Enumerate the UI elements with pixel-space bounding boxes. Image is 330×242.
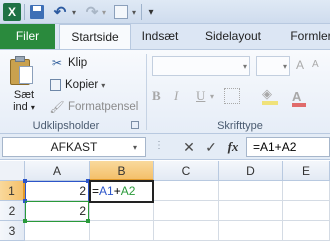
cancel-icon[interactable]: ✕ (181, 139, 197, 155)
font-color-button[interactable]: A (292, 85, 307, 107)
redo-icon[interactable]: ↷ (84, 3, 100, 21)
reference-handle[interactable] (23, 199, 27, 203)
column-header-e[interactable]: E (283, 161, 330, 181)
cell-e3[interactable] (283, 221, 330, 241)
cell-c1[interactable] (154, 181, 219, 201)
paste-dropdown-icon[interactable]: ▾ (31, 103, 35, 112)
tab-insert[interactable]: Indsæt (135, 24, 185, 49)
name-box[interactable]: AFKAST (2, 137, 146, 157)
clipboard-group-label: Udklipsholder (32, 120, 100, 132)
reference-handle[interactable] (23, 219, 27, 223)
toolbar-divider (24, 4, 25, 20)
format-painter-button[interactable]: 🖌 Formatpensel (49, 99, 139, 115)
group-divider (146, 54, 147, 130)
clipboard-sheet (19, 66, 33, 84)
redo-dropdown-icon[interactable]: ▾ (100, 3, 108, 21)
increase-font-icon[interactable]: A (296, 58, 304, 72)
reference-handle[interactable] (86, 219, 90, 223)
formula-bar-resize-icon[interactable]: ⋮ (154, 140, 164, 151)
underline-dropdown-icon[interactable]: ▾ (210, 85, 214, 107)
formula-ref-a2: A2 (120, 184, 136, 198)
font-group-label: Skrifttype (217, 120, 263, 132)
column-header-d[interactable]: D (219, 161, 283, 181)
font-name-dropdown[interactable]: ▾ (152, 56, 250, 76)
app-letter: X (7, 5, 16, 19)
clipboard-launcher-icon[interactable] (131, 121, 139, 129)
bold-button[interactable]: B (152, 85, 161, 107)
undo-dropdown-icon[interactable]: ▾ (70, 3, 78, 21)
tab-formulas[interactable]: Formler (281, 24, 330, 49)
cell-b2[interactable] (90, 201, 154, 221)
undo-icon[interactable]: ↶ (52, 3, 68, 21)
cell-d2[interactable] (219, 201, 283, 221)
cut-label: Klip (68, 57, 88, 69)
row-header-3[interactable]: 3 (0, 221, 25, 241)
chevron-down-icon: ▾ (282, 62, 287, 71)
ribbon-home: Sæt ind ▾ ✂ Klip Kopier ▾ 🖌 Formatpensel… (0, 49, 330, 134)
row-header-1[interactable]: 1 (0, 181, 25, 201)
cell-a3[interactable] (25, 221, 90, 241)
paste-button[interactable]: Sæt ind ▾ (8, 89, 40, 114)
formula-input[interactable]: =A1+A2 (246, 137, 330, 157)
save-icon[interactable] (30, 5, 44, 19)
name-box-dropdown-icon[interactable]: ▾ (133, 143, 137, 152)
chevron-down-icon: ▾ (242, 62, 247, 71)
tab-page-layout[interactable]: Sidelayout (193, 24, 273, 49)
select-all-corner[interactable] (0, 161, 25, 181)
cell-c2[interactable] (154, 201, 219, 221)
ribbon-tabs: Filer Startside Indsæt Sidelayout Formle… (0, 24, 330, 50)
scissors-icon: ✂ (51, 56, 63, 70)
row-header-2[interactable]: 2 (0, 201, 25, 221)
tab-home[interactable]: Startside (59, 24, 131, 50)
copy-button[interactable]: Kopier ▾ (50, 77, 105, 93)
column-header-c[interactable]: C (154, 161, 219, 181)
paintbrush-icon: 🖌 (49, 100, 65, 114)
cell-e2[interactable] (283, 201, 330, 221)
insert-function-icon[interactable]: fx (225, 139, 241, 155)
font-size-dropdown[interactable]: ▾ (256, 56, 290, 76)
copy-icon (50, 79, 61, 91)
cell-b1-editing[interactable]: =A1+A2 (89, 180, 154, 203)
customize-toolbar-icon[interactable]: ▾ (146, 3, 156, 21)
toolbar-divider (141, 4, 142, 20)
cell-d3[interactable] (219, 221, 283, 241)
clipboard-clip (15, 56, 25, 62)
cell-d1[interactable] (219, 181, 283, 201)
paste-label-text: ind (13, 101, 28, 113)
formula-operator: + (113, 184, 121, 198)
italic-button[interactable]: I (174, 85, 178, 107)
cell-e1[interactable] (283, 181, 330, 201)
cell-b3[interactable] (90, 221, 154, 241)
column-header-b[interactable]: B (90, 161, 154, 181)
tab-file[interactable]: Filer (0, 24, 55, 49)
reference-handle[interactable] (23, 179, 27, 183)
excel-app-icon[interactable]: X (3, 3, 21, 21)
formula-bar: AFKAST ▾ ⋮ ✕ ✓ fx =A1+A2 (0, 134, 330, 160)
print-dropdown-icon[interactable]: ▾ (130, 3, 138, 21)
formula-equals: = (92, 184, 100, 198)
cell-c3[interactable] (154, 221, 219, 241)
paste-label-line2: ind ▾ (8, 101, 40, 114)
cut-button[interactable]: ✂ Klip (50, 55, 87, 71)
borders-icon[interactable] (224, 88, 240, 104)
copy-dropdown-icon[interactable]: ▾ (101, 81, 105, 90)
cell-a1[interactable]: 2 (25, 181, 90, 201)
cell-a2[interactable]: 2 (25, 201, 90, 221)
copy-label: Kopier (65, 79, 99, 91)
format-painter-label: Formatpensel (68, 101, 139, 113)
print-preview-icon[interactable] (114, 5, 128, 19)
column-header-a[interactable]: A (25, 161, 90, 181)
fill-color-icon[interactable]: ◈ (262, 86, 278, 105)
worksheet-grid: A B C D E 1 2 3 2 2 =A1+A2 (0, 161, 330, 242)
decrease-font-icon[interactable]: A (312, 59, 319, 70)
paste-icon[interactable] (10, 56, 36, 86)
title-bar: X ↶ ▾ ↷ ▾ ▾ ▾ (0, 0, 330, 24)
enter-icon[interactable]: ✓ (203, 139, 219, 155)
paste-label-line1: Sæt (13, 89, 35, 101)
underline-button[interactable]: U (196, 85, 205, 107)
formula-ref-a1: A1 (99, 184, 114, 198)
